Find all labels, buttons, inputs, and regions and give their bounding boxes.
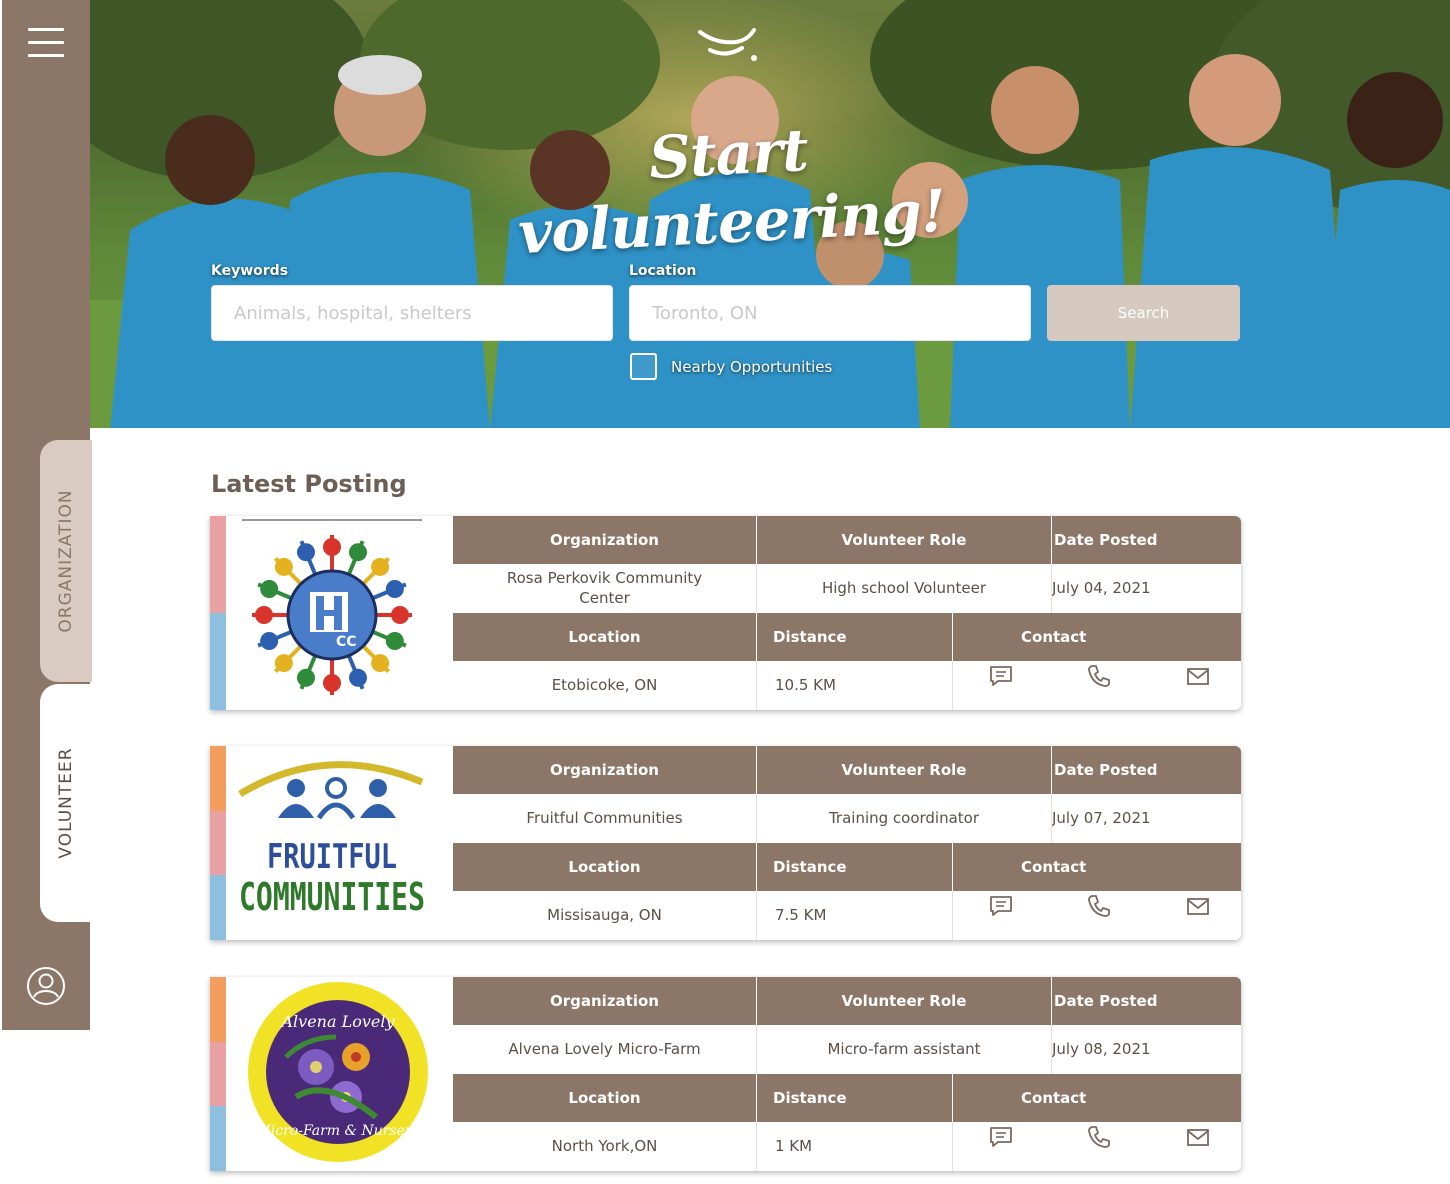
date-posted: July 08, 2021 [1052, 1025, 1241, 1073]
hero-banner: Start volunteering! Keywords Location Se… [90, 0, 1450, 428]
mail-icon[interactable] [1185, 893, 1211, 919]
location-label: Location [629, 263, 697, 279]
header-volunteer-role: Volunteer Role [757, 746, 1051, 794]
header-contact: Contact [953, 1074, 1241, 1122]
phone-icon[interactable] [1086, 1124, 1112, 1150]
brand-logo-icon [698, 28, 757, 61]
volunteer-role: High school Volunteer [757, 564, 1051, 612]
header-organization: Organization [453, 516, 756, 564]
chat-icon[interactable] [988, 893, 1014, 919]
header-organization: Organization [453, 977, 756, 1025]
header-distance: Distance [757, 613, 952, 661]
header-contact: Contact [953, 843, 1241, 891]
mail-icon[interactable] [1185, 1124, 1211, 1150]
posting-card[interactable]: CC Organization Volunteer Role Date Post… [210, 516, 1241, 710]
header-date-posted: Date Posted [1052, 746, 1241, 794]
date-posted: July 07, 2021 [1052, 794, 1241, 842]
organization-name: Fruitful Communities [453, 794, 756, 842]
tab-volunteer-label: VOLUNTEER [56, 747, 76, 859]
phone-icon[interactable] [1086, 663, 1112, 689]
distance-value: 1 KM [757, 1122, 952, 1170]
location-value: North York,ON [453, 1122, 756, 1170]
user-profile-icon[interactable] [26, 966, 66, 1006]
date-posted: July 04, 2021 [1052, 564, 1241, 612]
nearby-opportunities[interactable]: Nearby Opportunities [630, 353, 832, 380]
mail-icon[interactable] [1185, 663, 1211, 689]
chat-icon[interactable] [988, 663, 1014, 689]
header-contact: Contact [953, 613, 1241, 661]
sidebar: ORGANIZATION VOLUNTEER [2, 0, 92, 1030]
header-volunteer-role: Volunteer Role [757, 977, 1051, 1025]
keywords-input[interactable] [211, 285, 613, 341]
keywords-label: Keywords [211, 263, 289, 279]
logo-text: Alvena Lovely [279, 1012, 395, 1031]
header-location: Location [453, 1074, 756, 1122]
posting-card[interactable]: FRUITFUL COMMUNITIES Organization Volunt… [210, 746, 1241, 940]
hamburger-menu-icon[interactable] [28, 28, 64, 60]
header-location: Location [453, 613, 756, 661]
tab-organization-label: ORGANIZATION [56, 489, 76, 633]
organization-logo: FRUITFUL COMMUNITIES [226, 746, 453, 940]
header-date-posted: Date Posted [1052, 977, 1241, 1025]
location-value: Missisauga, ON [453, 891, 756, 939]
color-stripes [210, 516, 226, 710]
header-date-posted: Date Posted [1052, 516, 1241, 564]
organization-name: Alvena Lovely Micro-Farm [453, 1025, 756, 1073]
volunteer-role: Micro-farm assistant [757, 1025, 1051, 1073]
organization-logo: Alvena Lovely Micro-Farm & Nursery [226, 977, 453, 1171]
nearby-checkbox[interactable] [630, 353, 657, 380]
header-volunteer-role: Volunteer Role [757, 516, 1051, 564]
logo-text: FRUITFUL [267, 837, 397, 877]
header-distance: Distance [757, 1074, 952, 1122]
phone-icon[interactable] [1086, 893, 1112, 919]
header-organization: Organization [453, 746, 756, 794]
location-input[interactable] [629, 285, 1031, 341]
header-distance: Distance [757, 843, 952, 891]
color-stripes [210, 977, 226, 1171]
nearby-label: Nearby Opportunities [671, 357, 833, 376]
svg-text:Micro-Farm & Nursery: Micro-Farm & Nursery [256, 1123, 421, 1139]
chat-icon[interactable] [988, 1124, 1014, 1150]
logo-text: CC [336, 634, 357, 650]
header-location: Location [453, 843, 756, 891]
location-value: Etobicoke, ON [453, 661, 756, 709]
search-button[interactable]: Search [1047, 285, 1240, 341]
volunteer-role: Training coordinator [757, 794, 1051, 842]
organization-logo: CC [226, 516, 453, 710]
color-stripes [210, 746, 226, 940]
distance-value: 10.5 KM [757, 661, 952, 709]
posting-card[interactable]: Alvena Lovely Micro-Farm & Nursery Organ… [210, 977, 1241, 1171]
tab-volunteer[interactable]: VOLUNTEER [40, 684, 92, 922]
organization-name: Rosa Perkovik Community Center [453, 564, 756, 612]
svg-text:COMMUNITIES: COMMUNITIES [239, 875, 425, 919]
distance-value: 7.5 KM [757, 891, 952, 939]
section-title: Latest Posting [211, 470, 407, 498]
tab-organization[interactable]: ORGANIZATION [40, 440, 92, 682]
